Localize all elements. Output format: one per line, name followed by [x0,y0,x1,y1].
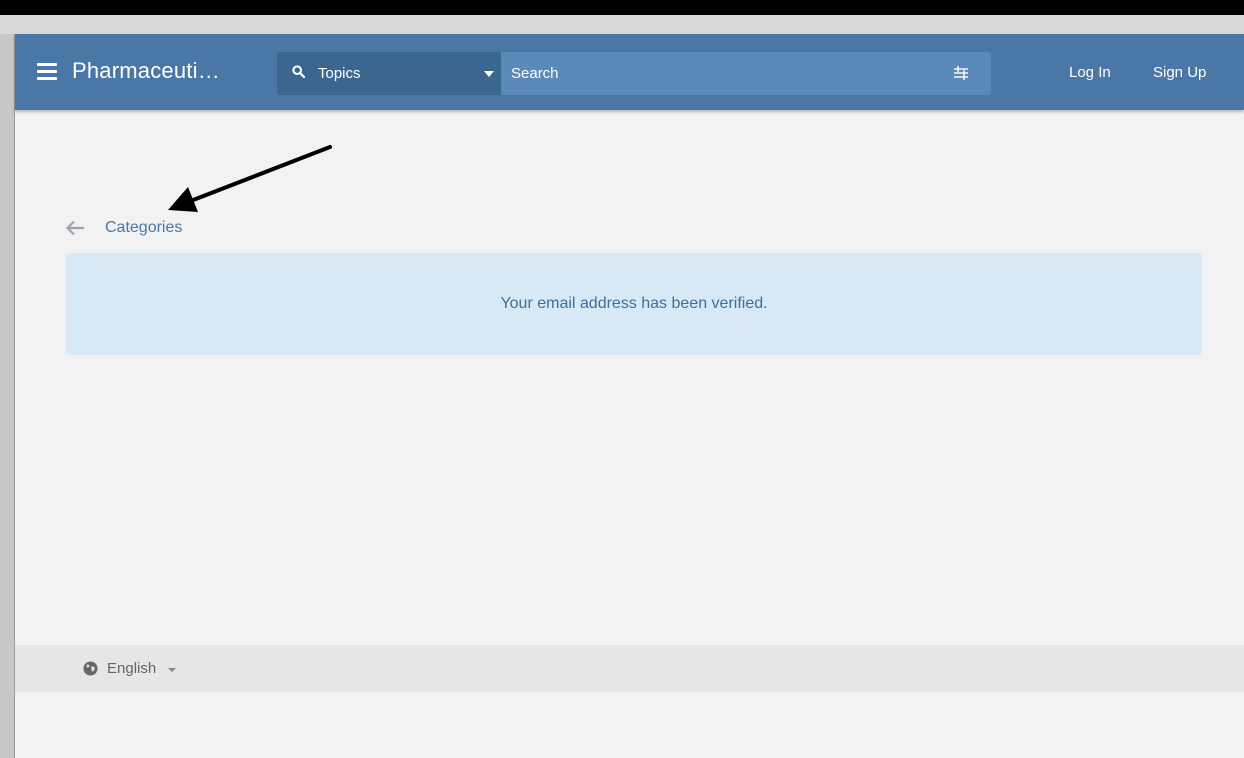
hamburger-menu-icon[interactable] [37,63,57,80]
arrow-left-icon [65,220,84,236]
caret-down-icon [484,71,494,77]
signup-link[interactable]: Sign Up [1153,64,1206,81]
window-chrome-strip [0,15,1244,34]
window-left-edge [0,34,14,758]
annotation-arrow-icon [168,145,332,212]
search-scope-label: Topics [318,65,361,82]
breadcrumb-label: Categories [105,219,183,236]
caret-down-icon [168,668,176,672]
globe-icon [83,661,98,676]
login-link[interactable]: Log In [1069,64,1111,81]
search-input[interactable] [501,52,941,95]
alert-message: Your email address has been verified. [500,295,768,312]
search-options-icon[interactable] [954,66,968,80]
language-label: English [107,660,157,677]
search-scope-dropdown[interactable]: Topics [277,52,501,95]
top-navbar: Pharmaceuti… Topics Log In Sign Up [15,34,1244,110]
window-top-edge [0,0,1244,15]
site-title[interactable]: Pharmaceuti… [72,58,220,84]
verification-alert: Your email address has been verified. [66,253,1202,355]
footer-bar: English [15,645,1244,692]
search-box [501,52,991,95]
search-icon [292,65,305,78]
